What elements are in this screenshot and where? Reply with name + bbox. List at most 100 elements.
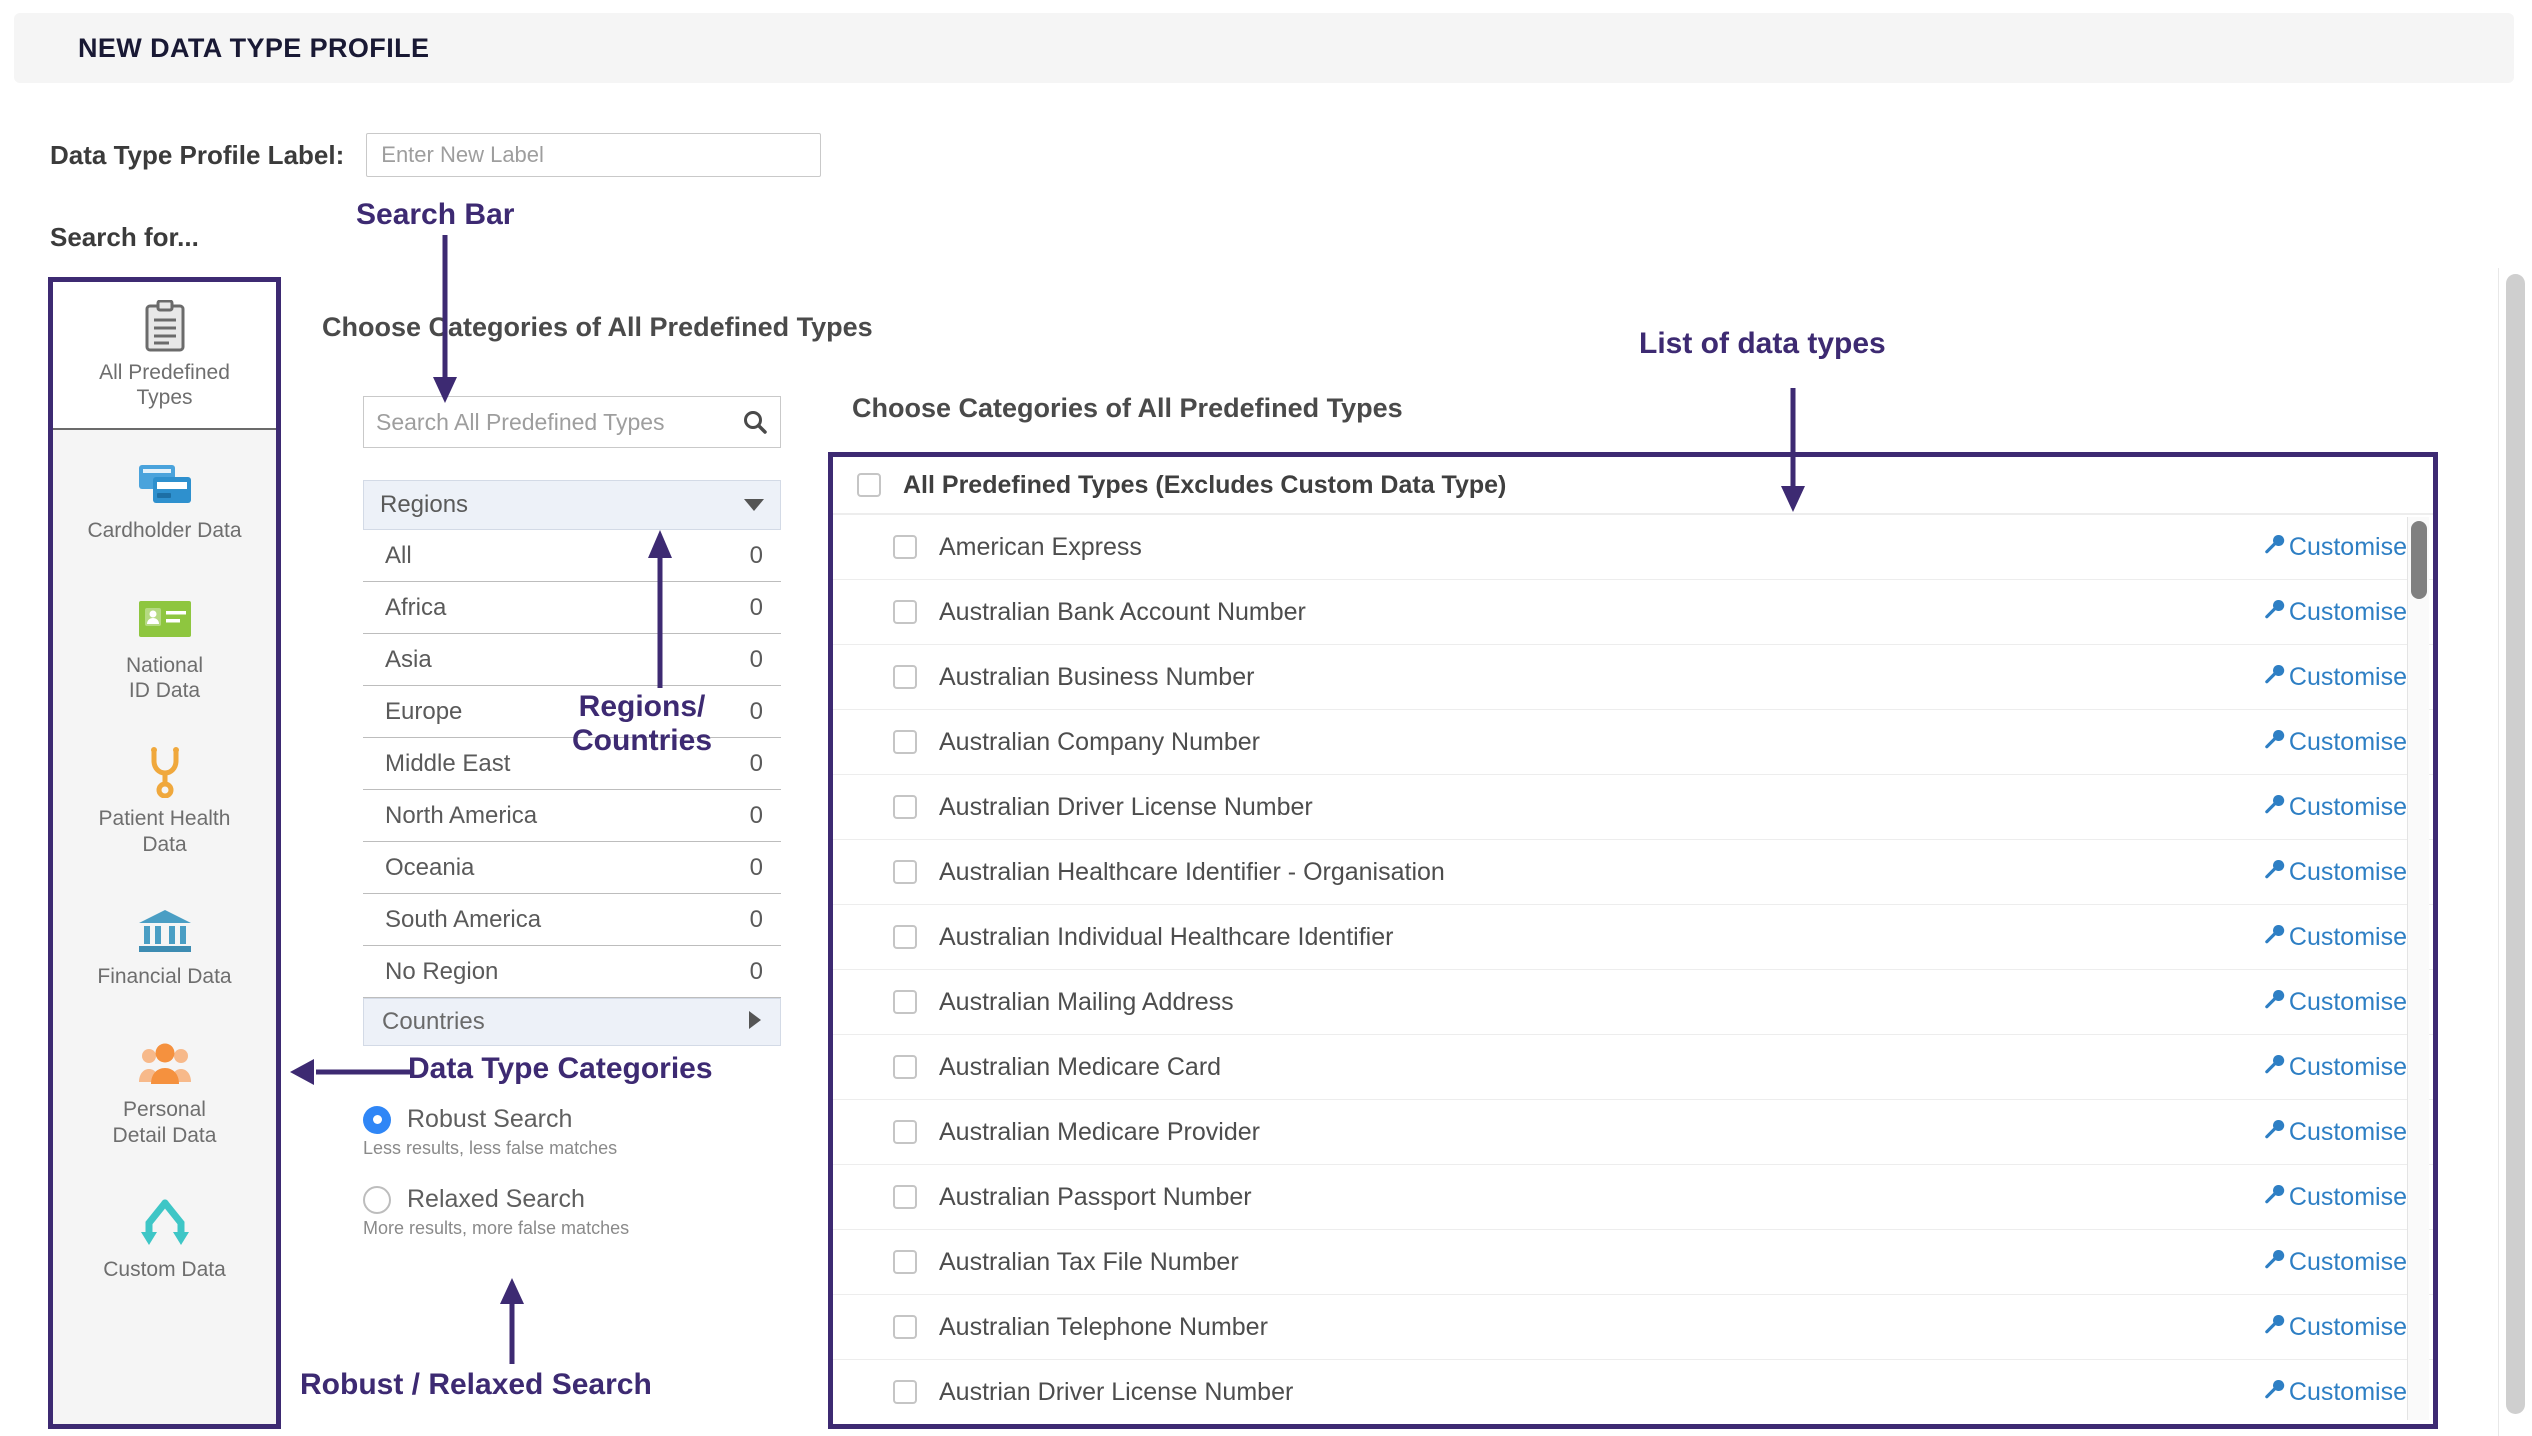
region-row[interactable]: All 0 xyxy=(363,530,781,582)
customise-label: Customise xyxy=(2289,1248,2407,1277)
people-icon xyxy=(137,1037,193,1089)
sidebar-item-label: Cardholder Data xyxy=(87,518,241,543)
region-row[interactable]: Asia 0 xyxy=(363,634,781,686)
region-count: 0 xyxy=(750,958,763,986)
customise-link[interactable]: Customise xyxy=(2263,1183,2407,1212)
chevron-right-icon[interactable] xyxy=(749,1008,762,1036)
wrench-icon xyxy=(2263,1248,2285,1277)
row-checkbox[interactable] xyxy=(893,600,917,624)
profile-label-row: Data Type Profile Label: xyxy=(50,133,821,177)
row-checkbox[interactable] xyxy=(893,665,917,689)
row-checkbox[interactable] xyxy=(893,535,917,559)
table-row[interactable]: Australian Business Number Customise xyxy=(833,645,2433,710)
sidebar-item-personal-detail-data[interactable]: Personal Detail Data xyxy=(53,1015,276,1170)
region-row[interactable]: North America 0 xyxy=(363,790,781,842)
select-all-row[interactable]: All Predefined Types (Excludes Custom Da… xyxy=(833,457,2433,515)
radio-relaxed-search[interactable]: Relaxed Search xyxy=(363,1185,793,1214)
customise-link[interactable]: Customise xyxy=(2263,1053,2407,1082)
table-row[interactable]: Australian Medicare Card Customise xyxy=(833,1035,2433,1100)
table-row[interactable]: Australian Mailing Address Customise xyxy=(833,970,2433,1035)
table-row[interactable]: Australian Passport Number Customise xyxy=(833,1165,2433,1230)
robust-search-help: Less results, less false matches xyxy=(363,1138,793,1159)
row-checkbox[interactable] xyxy=(893,1380,917,1404)
table-row[interactable]: Australian Company Number Customise xyxy=(833,710,2433,775)
row-checkbox[interactable] xyxy=(893,1055,917,1079)
list-scrollbar[interactable] xyxy=(2407,517,2429,1420)
data-type-categories-sidebar[interactable]: All Predefined Types Cardholder Data xyxy=(48,277,281,1429)
region-name: Africa xyxy=(385,594,446,622)
customise-label: Customise xyxy=(2289,1053,2407,1082)
table-row[interactable]: Australian Bank Account Number Customise xyxy=(833,580,2433,645)
customise-link[interactable]: Customise xyxy=(2263,728,2407,757)
chevron-down-icon[interactable] xyxy=(744,491,764,519)
sidebar-item-label: Custom Data xyxy=(103,1257,226,1282)
predefined-types-search-box[interactable] xyxy=(363,396,781,448)
sidebar-item-custom-data[interactable]: Custom Data xyxy=(53,1170,276,1310)
annotation-arrow-robust-relaxed xyxy=(497,1278,527,1364)
relaxed-search-help: More results, more false matches xyxy=(363,1218,793,1239)
regions-dropdown-header[interactable]: Regions xyxy=(363,480,781,530)
table-row[interactable]: Australian Individual Healthcare Identif… xyxy=(833,905,2433,970)
table-row[interactable]: Australian Healthcare Identifier - Organ… xyxy=(833,840,2433,905)
sidebar-item-label: All Predefined Types xyxy=(99,360,230,410)
search-input[interactable] xyxy=(364,408,742,437)
table-row[interactable]: Austrian Driver License Number Customise xyxy=(833,1360,2433,1424)
radio-selected-icon[interactable] xyxy=(363,1106,391,1134)
row-checkbox[interactable] xyxy=(893,860,917,884)
list-scrollbar-thumb[interactable] xyxy=(2411,521,2427,599)
customise-link[interactable]: Customise xyxy=(2263,533,2407,562)
region-row[interactable]: South America 0 xyxy=(363,894,781,946)
page-scrollbar[interactable] xyxy=(2498,268,2532,1436)
row-checkbox[interactable] xyxy=(893,1315,917,1339)
row-checkbox[interactable] xyxy=(893,795,917,819)
wrench-icon xyxy=(2263,663,2285,692)
customise-link[interactable]: Customise xyxy=(2263,858,2407,887)
customise-label: Customise xyxy=(2289,728,2407,757)
table-row[interactable]: Australian Driver License Number Customi… xyxy=(833,775,2433,840)
sidebar-item-cardholder-data[interactable]: Cardholder Data xyxy=(53,430,276,572)
regions-panel[interactable]: Regions All 0 Africa 0 Asia 0 Europe 0 M… xyxy=(363,480,781,1046)
data-type-name: Austrian Driver License Number xyxy=(939,1378,2263,1407)
row-checkbox[interactable] xyxy=(893,1120,917,1144)
bank-icon xyxy=(137,904,193,956)
customise-link[interactable]: Customise xyxy=(2263,793,2407,822)
region-count: 0 xyxy=(750,594,763,622)
checkbox-select-all[interactable] xyxy=(857,473,881,497)
region-row[interactable]: Oceania 0 xyxy=(363,842,781,894)
customise-link[interactable]: Customise xyxy=(2263,988,2407,1017)
sidebar-item-financial-data[interactable]: Financial Data xyxy=(53,879,276,1015)
data-types-list[interactable]: All Predefined Types (Excludes Custom Da… xyxy=(833,457,2433,1424)
search-mode-group[interactable]: Robust Search Less results, less false m… xyxy=(363,1105,793,1265)
table-row[interactable]: Australian Telephone Number Customise xyxy=(833,1295,2433,1360)
data-type-name: Australian Bank Account Number xyxy=(939,598,2263,627)
row-checkbox[interactable] xyxy=(893,925,917,949)
table-row[interactable]: American Express Customise xyxy=(833,515,2433,580)
customise-link[interactable]: Customise xyxy=(2263,1378,2407,1407)
magnifier-icon[interactable] xyxy=(742,409,780,435)
row-checkbox[interactable] xyxy=(893,730,917,754)
customise-link[interactable]: Customise xyxy=(2263,923,2407,952)
region-row[interactable]: Africa 0 xyxy=(363,582,781,634)
table-row[interactable]: Australian Medicare Provider Customise xyxy=(833,1100,2433,1165)
sidebar-item-national-id-data[interactable]: National ID Data xyxy=(53,572,276,724)
row-checkbox[interactable] xyxy=(893,1185,917,1209)
customise-link[interactable]: Customise xyxy=(2263,598,2407,627)
table-row[interactable]: Australian Tax File Number Customise xyxy=(833,1230,2433,1295)
sidebar-item-patient-health-data[interactable]: Patient Health Data xyxy=(53,724,276,879)
radio-unselected-icon[interactable] xyxy=(363,1186,391,1214)
customise-link[interactable]: Customise xyxy=(2263,663,2407,692)
customise-link[interactable]: Customise xyxy=(2263,1248,2407,1277)
radio-robust-search[interactable]: Robust Search xyxy=(363,1105,793,1134)
sidebar-item-all-predefined-types[interactable]: All Predefined Types xyxy=(53,282,276,430)
region-count: 0 xyxy=(750,906,763,934)
data-types-list-panel[interactable]: All Predefined Types (Excludes Custom Da… xyxy=(828,452,2438,1429)
regions-dropdown-label: Regions xyxy=(380,491,468,519)
page-scrollbar-thumb[interactable] xyxy=(2506,274,2525,1414)
row-checkbox[interactable] xyxy=(893,1250,917,1274)
countries-expand-row[interactable]: Countries xyxy=(363,998,781,1046)
region-row[interactable]: No Region 0 xyxy=(363,946,781,998)
profile-label-input[interactable] xyxy=(366,133,821,177)
customise-link[interactable]: Customise xyxy=(2263,1118,2407,1147)
customise-link[interactable]: Customise xyxy=(2263,1313,2407,1342)
row-checkbox[interactable] xyxy=(893,990,917,1014)
